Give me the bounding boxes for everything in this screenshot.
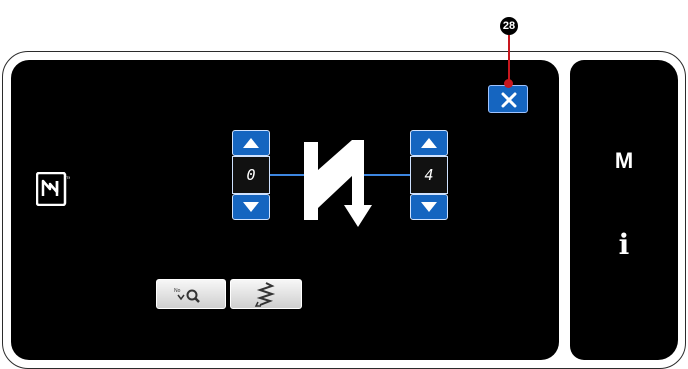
- stitch-pattern-icon: [304, 140, 372, 227]
- nfc-icon: TM: [36, 172, 70, 206]
- left-stepper-up-button[interactable]: [232, 130, 270, 156]
- close-button[interactable]: [488, 85, 528, 113]
- right-stepper: 4: [410, 130, 448, 220]
- mode-button[interactable]: M: [594, 148, 654, 174]
- right-stepper-value: 4: [410, 156, 448, 194]
- left-stepper: 0: [232, 130, 270, 220]
- main-screen: [11, 60, 559, 360]
- callout-number: 28: [500, 17, 518, 35]
- svg-text:No: No: [174, 288, 181, 294]
- right-stepper-up-button[interactable]: [410, 130, 448, 156]
- stitch-pattern-button[interactable]: [230, 279, 302, 309]
- zigzag-stitch-icon: [254, 282, 276, 307]
- callout-dot: [504, 79, 513, 88]
- arrow-up-icon: [243, 138, 259, 148]
- side-panel: [570, 60, 678, 360]
- search-button[interactable]: No: [156, 279, 226, 309]
- left-stepper-value: 0: [232, 156, 270, 194]
- info-button[interactable]: i: [594, 228, 654, 261]
- right-stepper-down-button[interactable]: [410, 194, 448, 220]
- arrow-down-icon: [421, 202, 437, 212]
- left-stepper-down-button[interactable]: [232, 194, 270, 220]
- arrow-down-icon: [243, 202, 259, 212]
- callout-line: [508, 35, 510, 83]
- search-icon: No: [174, 288, 200, 303]
- svg-text:TM: TM: [66, 175, 70, 180]
- close-icon: [501, 92, 517, 108]
- arrow-up-icon: [421, 138, 437, 148]
